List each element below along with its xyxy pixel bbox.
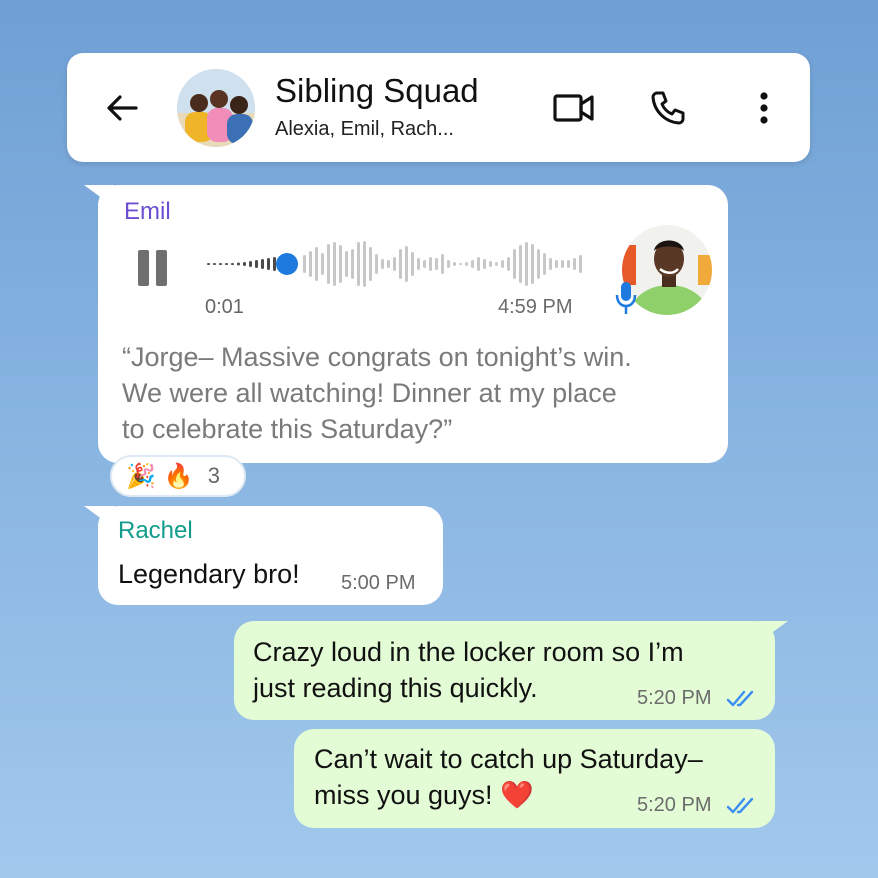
message-time: 5:20 PM <box>637 687 712 709</box>
waveform-bar <box>435 258 438 270</box>
waveform-bar <box>477 257 480 271</box>
message-reactions[interactable]: 🎉 🔥 3 <box>110 455 246 497</box>
waveform-bar <box>309 251 312 277</box>
waveform-bar <box>507 257 510 271</box>
voice-call-button[interactable] <box>646 86 690 130</box>
waveform-bar <box>447 260 450 268</box>
playhead[interactable] <box>276 253 298 275</box>
waveform-bar <box>327 244 330 284</box>
waveform-bar <box>417 258 420 270</box>
waveform-bar <box>537 249 540 279</box>
pause-button[interactable] <box>136 248 170 293</box>
back-arrow-icon <box>107 95 138 121</box>
waveform-bar <box>555 260 558 268</box>
waveform-bar <box>321 253 324 275</box>
waveform-bar <box>423 260 426 268</box>
waveform-bar <box>471 260 474 268</box>
waveform-bar <box>549 258 552 270</box>
waveform-bar <box>339 245 342 283</box>
waveform-bar <box>453 262 456 266</box>
waveform-bar <box>387 260 390 268</box>
chat-title: Sibling Squad <box>275 72 479 109</box>
waveform-bar <box>519 245 522 283</box>
waveform-bar <box>543 253 546 275</box>
waveform-bar <box>573 258 576 270</box>
waveform-bar <box>495 262 498 266</box>
double-check-icon <box>726 690 754 707</box>
waveform-bar <box>369 247 372 281</box>
waveform-bar <box>351 249 354 279</box>
video-call-icon <box>553 94 594 122</box>
waveform-bar <box>525 242 528 286</box>
sender-name: Emil <box>124 198 171 225</box>
video-call-button[interactable] <box>552 86 596 130</box>
waveform-bar <box>267 258 270 270</box>
waveform-bar <box>411 252 414 276</box>
double-check-icon <box>726 797 754 814</box>
chat-participants: Alexia, Emil, Rach... <box>275 118 454 140</box>
message-time: 4:59 PM <box>498 296 573 318</box>
voice-elapsed-time: 0:01 <box>205 296 244 318</box>
phone-icon <box>651 91 685 125</box>
message-text: miss you guys! ❤️ <box>314 780 534 810</box>
mic-icon <box>615 282 637 314</box>
more-vert-icon <box>760 92 768 124</box>
waveform-bar <box>303 255 306 273</box>
waveform-bar <box>207 263 210 265</box>
waveform-bar <box>363 241 366 287</box>
transcript-line: “Jorge– Massive congrats on tonight’s wi… <box>122 342 632 372</box>
waveform-bar <box>579 255 582 273</box>
transcript-line: We were all watching! Dinner at my place <box>122 378 617 408</box>
waveform-bar <box>249 261 252 267</box>
waveform-bar <box>483 259 486 269</box>
waveform-bar <box>261 259 264 269</box>
reaction-count: 3 <box>207 463 221 488</box>
waveform-bar <box>375 254 378 274</box>
waveform-bar <box>465 262 468 266</box>
audio-waveform[interactable] <box>205 238 585 290</box>
waveform-bar <box>243 262 246 266</box>
waveform-bar <box>219 263 222 265</box>
waveform-bar <box>567 260 570 268</box>
party-popper-emoji: 🎉 <box>126 462 156 490</box>
message-text: Can’t wait to catch up Saturday– <box>314 744 703 774</box>
message-time: 5:00 PM <box>341 572 416 594</box>
waveform-bar <box>561 260 564 268</box>
waveform-bar <box>393 257 396 271</box>
back-button[interactable] <box>102 88 142 128</box>
waveform-bar <box>381 259 384 269</box>
waveform-bar <box>459 263 462 265</box>
waveform-bar <box>405 246 408 282</box>
transcript-line: to celebrate this Saturday?” <box>122 414 453 444</box>
waveform-bar <box>273 257 276 271</box>
waveform-bar <box>255 260 258 268</box>
message-text: just reading this quickly. <box>253 673 538 703</box>
waveform-bar <box>315 247 318 281</box>
group-avatar[interactable] <box>177 69 255 147</box>
sender-name: Rachel <box>118 517 193 544</box>
pause-icon <box>138 250 167 286</box>
message-text: Legendary bro! <box>118 559 300 589</box>
waveform-bar <box>531 244 534 284</box>
waveform-bar <box>237 262 240 266</box>
waveform-bar <box>333 242 336 286</box>
waveform-bar <box>225 263 228 265</box>
waveform-bar <box>501 260 504 268</box>
fire-emoji: 🔥 <box>163 462 194 490</box>
waveform-bar <box>345 251 348 277</box>
more-options-button[interactable] <box>742 86 786 130</box>
waveform-bar <box>231 263 234 265</box>
waveform-bar <box>513 249 516 279</box>
message-text: Crazy loud in the locker room so I’m <box>253 637 684 667</box>
waveform-bar <box>441 254 444 274</box>
waveform-bar <box>213 263 216 265</box>
waveform-bar <box>489 261 492 267</box>
waveform-bar <box>429 257 432 271</box>
waveform-bar <box>399 249 402 279</box>
waveform-bar <box>357 242 360 286</box>
message-time: 5:20 PM <box>637 794 712 816</box>
